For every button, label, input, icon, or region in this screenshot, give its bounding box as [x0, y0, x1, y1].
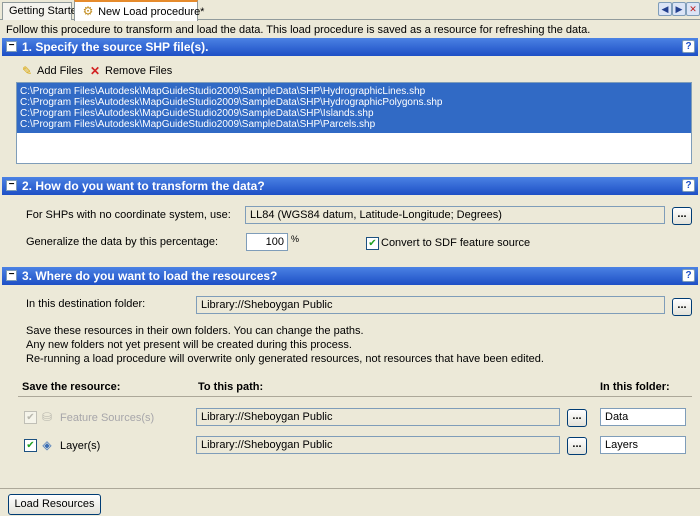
add-files-button[interactable]: ✎ Add Files	[20, 64, 83, 78]
list-item[interactable]: C:\Program Files\Autodesk\MapGuideStudio…	[17, 86, 691, 97]
feature-source-icon: ⛁	[41, 410, 53, 424]
layers-label: Layer(s)	[60, 440, 101, 452]
section2-title: 2. How do you want to transform the data…	[22, 179, 265, 193]
load-procedure-icon: ⚙	[82, 4, 94, 18]
coord-system-field: LL84 (WGS84 datum, Latitude-Longitude; D…	[245, 206, 665, 224]
feature-sources-checkbox[interactable]: ✔	[24, 411, 37, 424]
feature-sources-path: Library://Sheboygan Public	[196, 408, 560, 426]
generalize-input[interactable]: 100	[246, 233, 288, 251]
list-item[interactable]: C:\Program Files\Autodesk\MapGuideStudio…	[17, 97, 691, 108]
help-icon[interactable]: ?	[682, 40, 695, 53]
generalize-label: Generalize the data by this percentage:	[26, 236, 219, 248]
tab-new-load-procedure[interactable]: ⚙ New Load procedure*	[74, 0, 204, 21]
bottom-divider	[0, 488, 700, 489]
section3-header[interactable]: − 3. Where do you want to load the resou…	[2, 267, 698, 285]
folder-note-3: Re-running a load procedure will overwri…	[26, 353, 544, 365]
tab-getting-started[interactable]: Getting Started	[2, 2, 83, 20]
divider	[18, 396, 692, 397]
percent-sign: %	[291, 234, 300, 244]
add-files-label: Add Files	[37, 65, 83, 77]
convert-sdf-checkbox[interactable]: ✔	[366, 237, 379, 250]
layers-folder-input[interactable]: Layers	[600, 436, 686, 454]
add-files-icon: ✎	[21, 64, 33, 78]
close-tab-icon[interactable]: ✕	[686, 2, 700, 16]
tab-label: New Load procedure*	[98, 6, 205, 18]
layers-path: Library://Sheboygan Public	[196, 436, 560, 454]
layers-checkbox[interactable]: ✔	[24, 439, 37, 452]
list-bottom-fill	[17, 130, 691, 133]
layer-icon: ◈	[42, 438, 52, 452]
dest-browse-button[interactable]: ...	[672, 298, 692, 316]
col-save-header: Save the resource:	[22, 381, 121, 393]
load-resources-button[interactable]: Load Resources	[8, 494, 101, 515]
list-item[interactable]: C:\Program Files\Autodesk\MapGuideStudio…	[17, 119, 691, 130]
layers-browse-button[interactable]: ...	[567, 437, 587, 455]
coord-browse-button[interactable]: ...	[672, 207, 692, 225]
source-files-list[interactable]: C:\Program Files\Autodesk\MapGuideStudio…	[16, 82, 692, 164]
col-folder-header: In this folder:	[600, 381, 670, 393]
collapse-icon[interactable]: −	[6, 270, 17, 281]
section1-title: 1. Specify the source SHP file(s).	[22, 40, 209, 54]
convert-sdf-label: Convert to SDF feature source	[381, 237, 531, 249]
tab-label: Getting Started	[9, 5, 83, 17]
section2-header[interactable]: − 2. How do you want to transform the da…	[2, 177, 698, 195]
feature-sources-label: Feature Sources(s)	[60, 412, 155, 424]
tab-scroll-left-icon[interactable]: ◀	[658, 2, 672, 16]
help-icon[interactable]: ?	[682, 269, 695, 282]
dest-folder-field: Library://Sheboygan Public	[196, 296, 665, 314]
section1-header[interactable]: − 1. Specify the source SHP file(s). ?	[2, 38, 698, 56]
remove-files-icon: ✕	[89, 64, 101, 78]
tab-scroll-right-icon[interactable]: ▶	[672, 2, 686, 16]
help-icon[interactable]: ?	[682, 179, 695, 192]
dest-folder-label: In this destination folder:	[26, 298, 146, 310]
remove-files-label: Remove Files	[105, 65, 173, 77]
folder-note-2: Any new folders not yet present will be …	[26, 339, 352, 351]
list-item[interactable]: C:\Program Files\Autodesk\MapGuideStudio…	[17, 108, 691, 119]
coord-system-label: For SHPs with no coordinate system, use:	[26, 209, 231, 221]
folder-note-1: Save these resources in their own folder…	[26, 325, 364, 337]
col-path-header: To this path:	[198, 381, 264, 393]
feature-sources-browse-button[interactable]: ...	[567, 409, 587, 427]
intro-text: Follow this procedure to transform and l…	[6, 24, 591, 36]
feature-sources-folder-input[interactable]: Data	[600, 408, 686, 426]
remove-files-button[interactable]: ✕ Remove Files	[88, 64, 172, 78]
collapse-icon[interactable]: −	[6, 180, 17, 191]
collapse-icon[interactable]: −	[6, 41, 17, 52]
section3-title: 3. Where do you want to load the resourc…	[22, 269, 278, 283]
